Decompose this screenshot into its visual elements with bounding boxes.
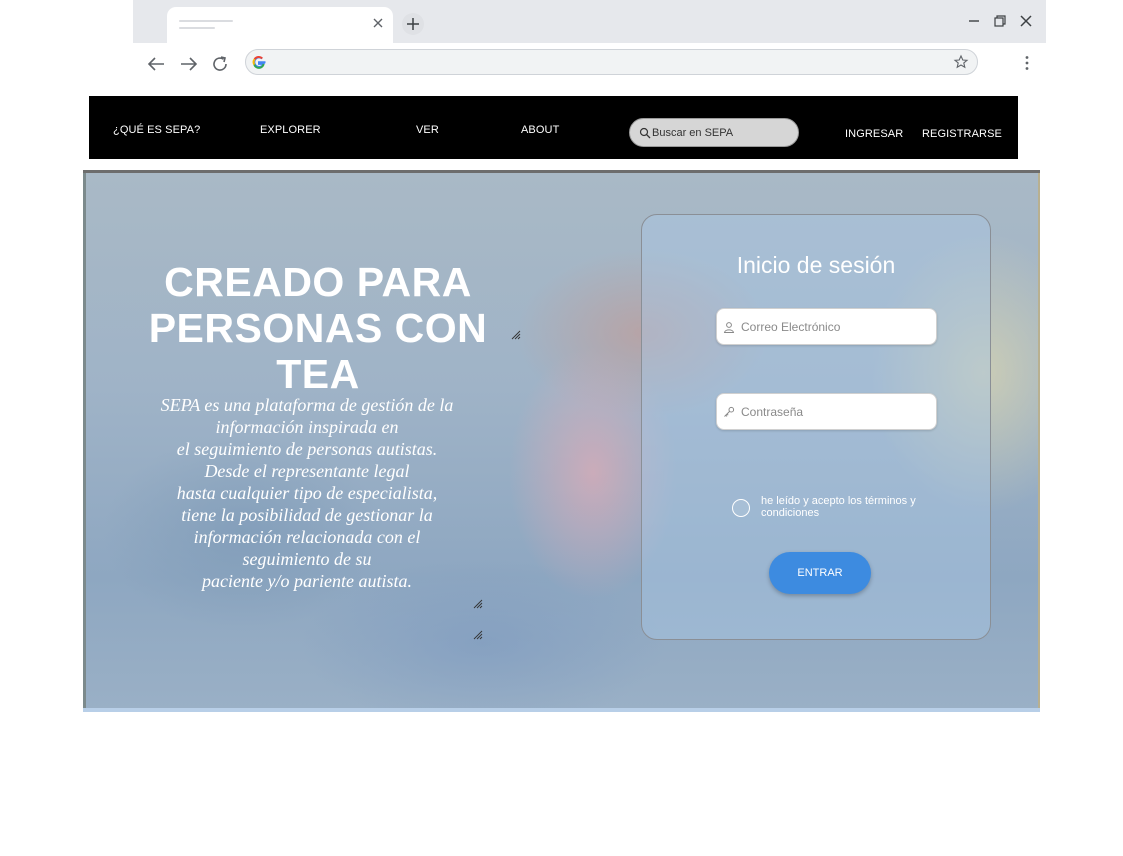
hero-title-line: CREADO PARA bbox=[164, 259, 472, 305]
hero-description-line: tiene la posibilidad de gestionar la bbox=[181, 505, 433, 525]
reload-icon[interactable] bbox=[209, 53, 231, 75]
email-input[interactable] bbox=[741, 319, 926, 335]
register-link[interactable]: REGISTRARSE bbox=[922, 128, 1002, 140]
password-field[interactable] bbox=[716, 393, 937, 430]
window-close-icon[interactable] bbox=[1018, 13, 1034, 29]
search-input[interactable] bbox=[652, 125, 792, 141]
login-link[interactable]: INGRESAR bbox=[845, 128, 903, 140]
new-tab-button[interactable] bbox=[402, 13, 424, 35]
resize-handle-icon bbox=[473, 630, 483, 640]
hero-title-line: PERSONAS CON TEA bbox=[148, 305, 488, 397]
resize-handle-icon bbox=[511, 330, 521, 340]
login-title: Inicio de sesión bbox=[736, 252, 896, 278]
submit-button[interactable]: ENTRAR bbox=[769, 552, 871, 594]
back-icon[interactable] bbox=[145, 53, 167, 75]
browser-tab[interactable] bbox=[167, 7, 393, 43]
hero-description-line: el seguimiento de personas autistas. bbox=[176, 439, 438, 459]
address-bar[interactable] bbox=[245, 49, 978, 75]
hero-description-line: SEPA es una plataforma de gestión de la bbox=[160, 395, 454, 415]
terms-label: he leído y acepto los términos y condici… bbox=[761, 495, 916, 519]
nav-link-explorer[interactable]: EXPLORER bbox=[260, 124, 321, 136]
user-icon bbox=[723, 322, 735, 333]
hero-border bbox=[83, 173, 86, 712]
new-tab-icon bbox=[407, 18, 419, 30]
site-navbar: ¿QUÉ ES SEPA? EXPLORER VER ABOUT INGRESA… bbox=[89, 96, 1018, 159]
nav-link-que-es-sepa[interactable]: ¿QUÉ ES SEPA? bbox=[113, 124, 200, 136]
star-icon[interactable] bbox=[953, 54, 969, 70]
password-input[interactable] bbox=[741, 404, 926, 420]
terms-radio[interactable] bbox=[732, 499, 750, 517]
more-menu-icon[interactable] bbox=[1018, 54, 1036, 72]
google-icon bbox=[252, 55, 266, 69]
hero-description-line: seguimiento de su bbox=[242, 549, 372, 569]
minimize-icon[interactable] bbox=[966, 13, 982, 29]
login-card: Inicio de sesión he leído y acepto los t… bbox=[641, 214, 991, 640]
search-icon bbox=[639, 127, 651, 139]
nav-link-ver[interactable]: VER bbox=[416, 124, 439, 136]
forward-icon[interactable] bbox=[178, 53, 200, 75]
hero-description-line: información relacionada con el bbox=[193, 527, 421, 547]
hero-description-line: Desde el representante legal bbox=[204, 461, 410, 481]
tab-title-placeholder bbox=[179, 20, 233, 22]
nav-link-about[interactable]: ABOUT bbox=[521, 124, 559, 136]
key-icon bbox=[724, 406, 735, 417]
email-field[interactable] bbox=[716, 308, 937, 345]
hero-description-line: paciente y/o pariente autista. bbox=[202, 571, 412, 591]
tab-title-placeholder bbox=[179, 27, 215, 29]
resize-handle-icon bbox=[473, 599, 483, 609]
restore-icon[interactable] bbox=[992, 13, 1008, 29]
search-box bbox=[629, 118, 799, 147]
tab-close-icon[interactable] bbox=[371, 16, 385, 30]
hero-border bbox=[1038, 173, 1040, 712]
hero-description-line: información inspirada en bbox=[215, 417, 399, 437]
hero-description-line: hasta cualquier tipo de especialista, bbox=[176, 483, 438, 503]
hero-bottom-border bbox=[83, 708, 1040, 712]
hero-section: CREADO PARA PERSONAS CON TEA SEPA es una… bbox=[83, 170, 1040, 712]
hero-description: SEPA es una plataforma de gestión de la … bbox=[123, 394, 491, 592]
hero-title: CREADO PARA PERSONAS CON TEA bbox=[103, 259, 533, 397]
